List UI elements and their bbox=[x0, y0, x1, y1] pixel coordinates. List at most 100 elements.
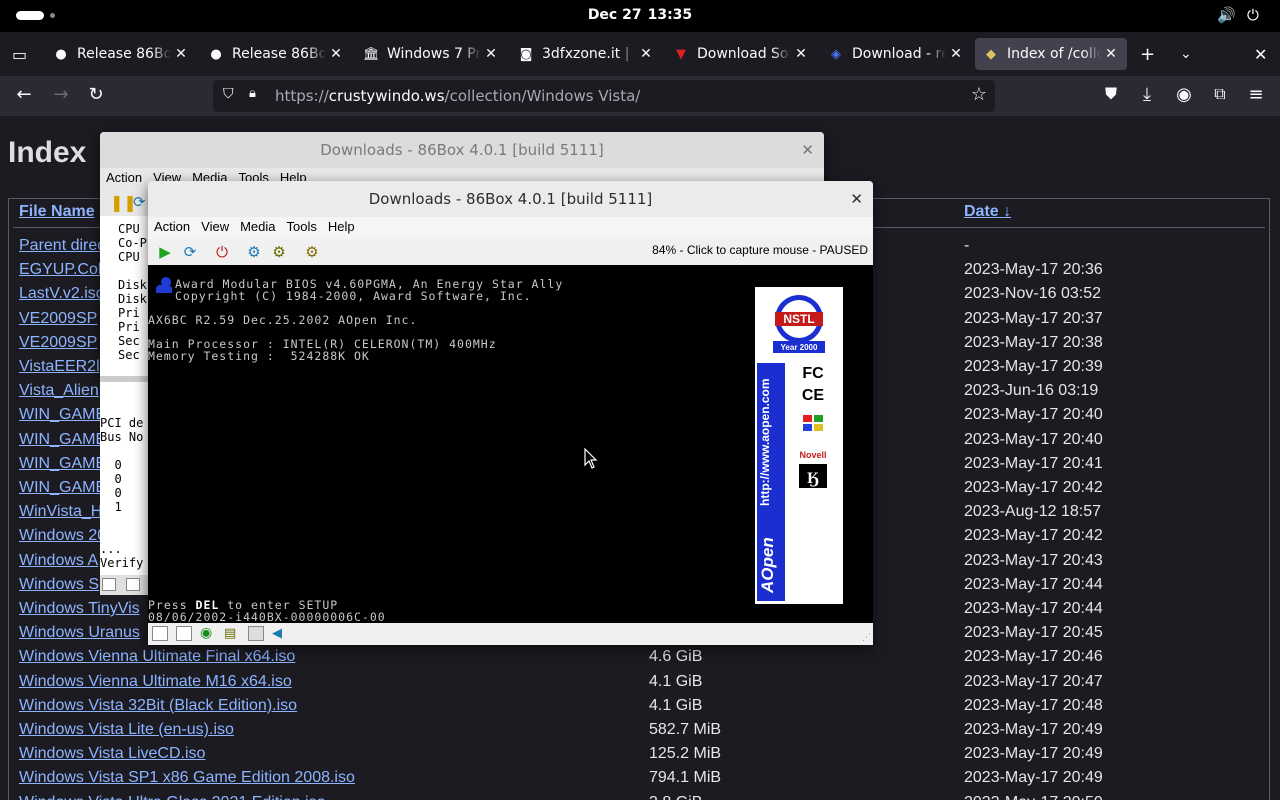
file-link[interactable]: Windows Uranus bbox=[19, 624, 140, 642]
ctrl-alt-esc-icon[interactable]: ⚙ bbox=[270, 243, 288, 261]
file-link[interactable]: Windows Vienna Ultimate M16 x64.iso bbox=[19, 673, 292, 691]
emulator-window-front[interactable]: Downloads - 86Box 4.0.1 [build 5111] ✕ A… bbox=[148, 181, 873, 645]
emulator-screen[interactable]: Award Modular BIOS v4.60PGMA, An Energy … bbox=[148, 265, 873, 623]
close-tab-icon[interactable]: ✕ bbox=[1103, 46, 1119, 62]
menu-item-view[interactable]: View bbox=[195, 217, 234, 234]
floppy-icon[interactable] bbox=[152, 626, 168, 641]
downloads-icon[interactable]: ⤓ bbox=[1135, 84, 1159, 105]
network-icon[interactable] bbox=[248, 626, 264, 641]
file-link[interactable]: WIN_GAME bbox=[19, 479, 106, 497]
menu-icon[interactable]: ≡ bbox=[1244, 84, 1268, 105]
column-header-filename[interactable]: File Name bbox=[19, 203, 95, 221]
file-link[interactable]: WIN_GAME bbox=[19, 406, 106, 424]
column-header-date[interactable]: Date ↓ bbox=[964, 203, 1011, 221]
status-text: 84% - Click to capture mouse - PAUSED bbox=[652, 243, 868, 257]
top-bar: Dec 27 13:35 🔊 ⏻ bbox=[0, 0, 1280, 32]
file-link[interactable]: Parent direc bbox=[19, 237, 105, 255]
url-bar[interactable]: ⛉ 🔒︎ https://crustywindo.ws/collection/W… bbox=[213, 80, 995, 112]
menu-item-help[interactable]: Help bbox=[322, 217, 360, 234]
pocket-icon[interactable]: ⛊ bbox=[1099, 84, 1123, 104]
clock[interactable]: Dec 27 13:35 bbox=[0, 7, 1280, 23]
close-tab-icon[interactable]: ✕ bbox=[483, 46, 499, 62]
tracking-shield-icon[interactable]: ⛉ bbox=[223, 86, 234, 102]
browser-tab[interactable]: ◆ Index of /collec✕ bbox=[975, 38, 1127, 70]
browser-tab[interactable]: ● Release 86Box ✕ bbox=[200, 38, 352, 70]
url-text[interactable]: https://crustywindo.ws/collection/Window… bbox=[275, 87, 640, 105]
sound-icon[interactable]: ◀ bbox=[272, 626, 288, 641]
forward-button[interactable]: → bbox=[49, 84, 73, 105]
resize-grip-icon[interactable]: ⋰ bbox=[862, 633, 871, 643]
file-link[interactable]: Windows Vista LiveCD.iso bbox=[19, 745, 205, 763]
browser-tab[interactable]: ▼ Download Son ✕ bbox=[665, 38, 817, 70]
file-link[interactable]: Windows Vista 32Bit (Black Edition).iso bbox=[19, 697, 297, 715]
hard-disk-icon[interactable]: ▤ bbox=[224, 626, 240, 641]
browser-tab[interactable]: ◈ Download - rec✕ bbox=[820, 38, 972, 70]
floppy-icon[interactable] bbox=[102, 578, 116, 591]
settings-icon[interactable]: ⚙ bbox=[303, 243, 321, 261]
new-tab-button[interactable]: + bbox=[1140, 44, 1155, 65]
close-tab-icon[interactable]: ✕ bbox=[948, 46, 964, 62]
file-link[interactable]: WIN_GAME bbox=[19, 431, 106, 449]
file-date: 2023-Jun-16 03:19 bbox=[964, 382, 1099, 400]
file-link[interactable]: Windows TinyVis bbox=[19, 600, 140, 618]
window-title: Downloads - 86Box 4.0.1 [build 5111] bbox=[100, 132, 824, 168]
file-link[interactable]: VE2009SP bbox=[19, 310, 97, 328]
file-date: 2023-May-17 20:36 bbox=[964, 261, 1103, 279]
file-date: 2023-May-17 20:50 bbox=[964, 794, 1103, 800]
file-link[interactable]: WinVista_H bbox=[19, 503, 102, 521]
file-link[interactable]: LastV.v2.iso bbox=[19, 285, 105, 303]
close-tab-icon[interactable]: ✕ bbox=[638, 46, 654, 62]
file-link[interactable]: VE2009SP bbox=[19, 334, 97, 352]
ce-icon: CE bbox=[801, 387, 825, 404]
floppy-icon[interactable] bbox=[176, 626, 192, 641]
tab-overview-icon[interactable]: ▭ bbox=[12, 45, 27, 64]
file-link[interactable]: Windows S bbox=[19, 576, 99, 594]
file-link[interactable]: VistaEER2l bbox=[19, 358, 100, 376]
browser-tab[interactable]: 🏛︎ Windows 7 Pro ✕ bbox=[355, 38, 507, 70]
file-date: 2023-May-17 20:46 bbox=[964, 648, 1103, 666]
emulator-screen-lower-fragment: PCI de Bus No 0 0 0 1 ... Verify bbox=[100, 382, 148, 594]
reset-icon[interactable]: ⟳ bbox=[133, 193, 146, 211]
close-tab-icon[interactable]: ✕ bbox=[328, 46, 344, 62]
ctrl-alt-del-icon[interactable]: ⚙ bbox=[245, 243, 263, 261]
file-link[interactable]: Windows Vienna Ultimate Final x64.iso bbox=[19, 648, 295, 666]
cdrom-icon[interactable]: ◉ bbox=[200, 626, 216, 641]
file-link[interactable]: Windows 20 bbox=[19, 527, 106, 545]
play-icon[interactable]: ▶ bbox=[156, 243, 174, 261]
file-link[interactable]: Windows Vista Ultra Glass 2021 Edition.i… bbox=[19, 794, 326, 800]
file-link[interactable]: EGYUP.Col bbox=[19, 261, 101, 279]
extensions-icon[interactable]: ⧉ bbox=[1208, 84, 1232, 104]
close-icon[interactable]: ✕ bbox=[850, 181, 863, 217]
volume-icon[interactable]: 🔊 bbox=[1217, 6, 1236, 24]
menu-item-media[interactable]: Media bbox=[234, 217, 280, 234]
list-tabs-chevron-icon[interactable]: ⌄ bbox=[1180, 46, 1192, 62]
browser-tab[interactable]: ● Release 86Box ✕ bbox=[45, 38, 197, 70]
reset-icon[interactable]: ⟳ bbox=[181, 243, 199, 261]
file-size: 794.1 MiB bbox=[649, 769, 722, 787]
reload-button[interactable]: ↻ bbox=[84, 84, 108, 105]
close-tab-icon[interactable]: ✕ bbox=[173, 46, 189, 62]
power-off-icon[interactable]: ⏻ bbox=[213, 243, 231, 261]
file-link[interactable]: Windows Vista SP1 x86 Game Edition 2008.… bbox=[19, 769, 355, 787]
floppy-icon[interactable] bbox=[126, 578, 140, 591]
account-icon[interactable]: ◉ bbox=[1172, 84, 1196, 105]
close-tab-icon[interactable]: ✕ bbox=[793, 46, 809, 62]
file-link[interactable]: WIN_GAME bbox=[19, 455, 106, 473]
back-button[interactable]: ← bbox=[12, 84, 36, 105]
table-row: Windows Vista SP1 x86 Game Edition 2008.… bbox=[9, 767, 1269, 791]
menu-item-action[interactable]: Action bbox=[100, 168, 147, 185]
file-size: 4.1 GiB bbox=[649, 672, 703, 690]
file-link[interactable]: Windows A bbox=[19, 552, 98, 570]
menu-item-action[interactable]: Action bbox=[148, 217, 195, 234]
file-date: 2023-May-17 20:42 bbox=[964, 479, 1103, 496]
browser-tab[interactable]: ◙ 3dfxzone.it | SF✕ bbox=[510, 38, 662, 70]
lock-icon[interactable]: 🔒︎ bbox=[249, 86, 256, 101]
menu-bar: Action View Media Tools Help bbox=[148, 217, 873, 239]
close-icon[interactable]: ✕ bbox=[801, 132, 814, 168]
file-link[interactable]: Vista_Alien bbox=[19, 382, 99, 400]
menu-item-tools[interactable]: Tools bbox=[281, 217, 322, 234]
close-window-icon[interactable]: ✕ bbox=[1254, 45, 1267, 64]
bookmark-star-icon[interactable]: ☆ bbox=[971, 84, 987, 105]
file-link[interactable]: Windows Vista Lite (en-us).iso bbox=[19, 721, 234, 739]
power-icon[interactable]: ⏻ bbox=[1247, 6, 1259, 24]
